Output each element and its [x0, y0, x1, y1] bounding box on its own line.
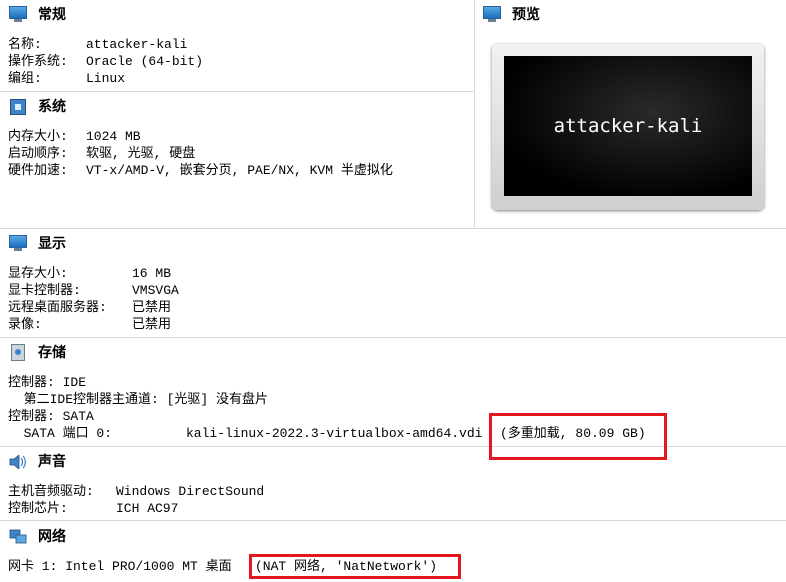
highlight-box — [489, 413, 667, 460]
divider — [0, 91, 474, 92]
divider — [0, 228, 786, 229]
system-accel-value: VT-x/AMD-V, 嵌套分页, PAE/NX, KVM 半虚拟化 — [86, 163, 393, 178]
general-group-row: 编组: — [8, 71, 42, 86]
general-name-row: 名称: — [8, 37, 42, 52]
storage-sata-port: SATA 端口 0: — [8, 426, 113, 441]
display-row: 录像: — [8, 317, 42, 332]
display-controller-value: VMSVGA — [132, 283, 179, 298]
preview-screen: attacker-kali — [504, 56, 752, 196]
general-header[interactable]: 常规 — [8, 4, 66, 24]
general-os-value: Oracle (64-bit) — [86, 54, 204, 69]
audio-driver-value: Windows DirectSound — [116, 484, 265, 499]
general-os-row: 操作系统: — [8, 54, 68, 69]
display-recording-value: 已禁用 — [132, 317, 172, 332]
highlight-box — [249, 554, 461, 579]
audio-header[interactable]: 声音 — [8, 451, 66, 471]
disk-icon — [8, 343, 28, 361]
speaker-icon — [8, 452, 28, 470]
display-vram-value: 16 MB — [132, 266, 172, 281]
storage-disk-file[interactable]: kali-linux-2022.3-virtualbox-amd64.vdi — [186, 425, 482, 442]
storage-sata-controller: 控制器: SATA — [8, 409, 94, 424]
system-row: 硬件加速: — [8, 163, 68, 178]
system-header[interactable]: 系统 — [8, 96, 66, 116]
audio-row: 主机音频驱动: — [8, 484, 94, 499]
general-title: 常规 — [38, 7, 66, 23]
divider — [0, 520, 786, 521]
general-name-value: attacker-kali — [86, 37, 188, 52]
network-adapter: 网卡 1: Intel PRO/1000 MT 桌面 — [8, 559, 232, 574]
audio-row: 控制芯片: — [8, 501, 68, 516]
preview-vm-name: attacker-kali — [553, 115, 703, 137]
display-row: 远程桌面服务器: — [8, 300, 107, 315]
display-rdp-value: 已禁用 — [132, 300, 172, 315]
network-title: 网络 — [38, 529, 66, 545]
system-memory-value: 1024 MB — [86, 129, 141, 144]
chip-icon — [8, 97, 28, 115]
audio-chip-value: ICH AC97 — [116, 501, 179, 516]
column-divider — [474, 0, 475, 228]
display-title: 显示 — [38, 236, 66, 252]
display-row: 显存大小: — [8, 266, 68, 281]
general-group-value: Linux — [86, 71, 126, 86]
monitor-icon — [8, 234, 28, 252]
system-title: 系统 — [38, 99, 66, 115]
preview-title: 预览 — [512, 7, 540, 23]
monitor-icon — [8, 5, 28, 23]
divider — [0, 446, 786, 447]
monitor-icon — [482, 5, 502, 23]
system-row: 内存大小: — [8, 129, 68, 144]
display-header[interactable]: 显示 — [8, 233, 66, 253]
storage-ide-secondary: 第二IDE控制器主通道: [光驱] 没有盘片 — [8, 392, 269, 407]
preview-header[interactable]: 预览 — [482, 4, 540, 24]
storage-ide-controller: 控制器: IDE — [8, 375, 87, 390]
vm-preview: attacker-kali — [492, 44, 764, 210]
network-icon — [8, 527, 28, 545]
network-header[interactable]: 网络 — [8, 526, 66, 546]
audio-title: 声音 — [38, 454, 66, 470]
system-boot-value: 软驱, 光驱, 硬盘 — [86, 146, 196, 161]
divider — [0, 337, 786, 338]
system-row: 启动顺序: — [8, 146, 68, 161]
display-row: 显卡控制器: — [8, 283, 81, 298]
storage-title: 存储 — [38, 345, 66, 361]
storage-header[interactable]: 存储 — [8, 342, 66, 362]
